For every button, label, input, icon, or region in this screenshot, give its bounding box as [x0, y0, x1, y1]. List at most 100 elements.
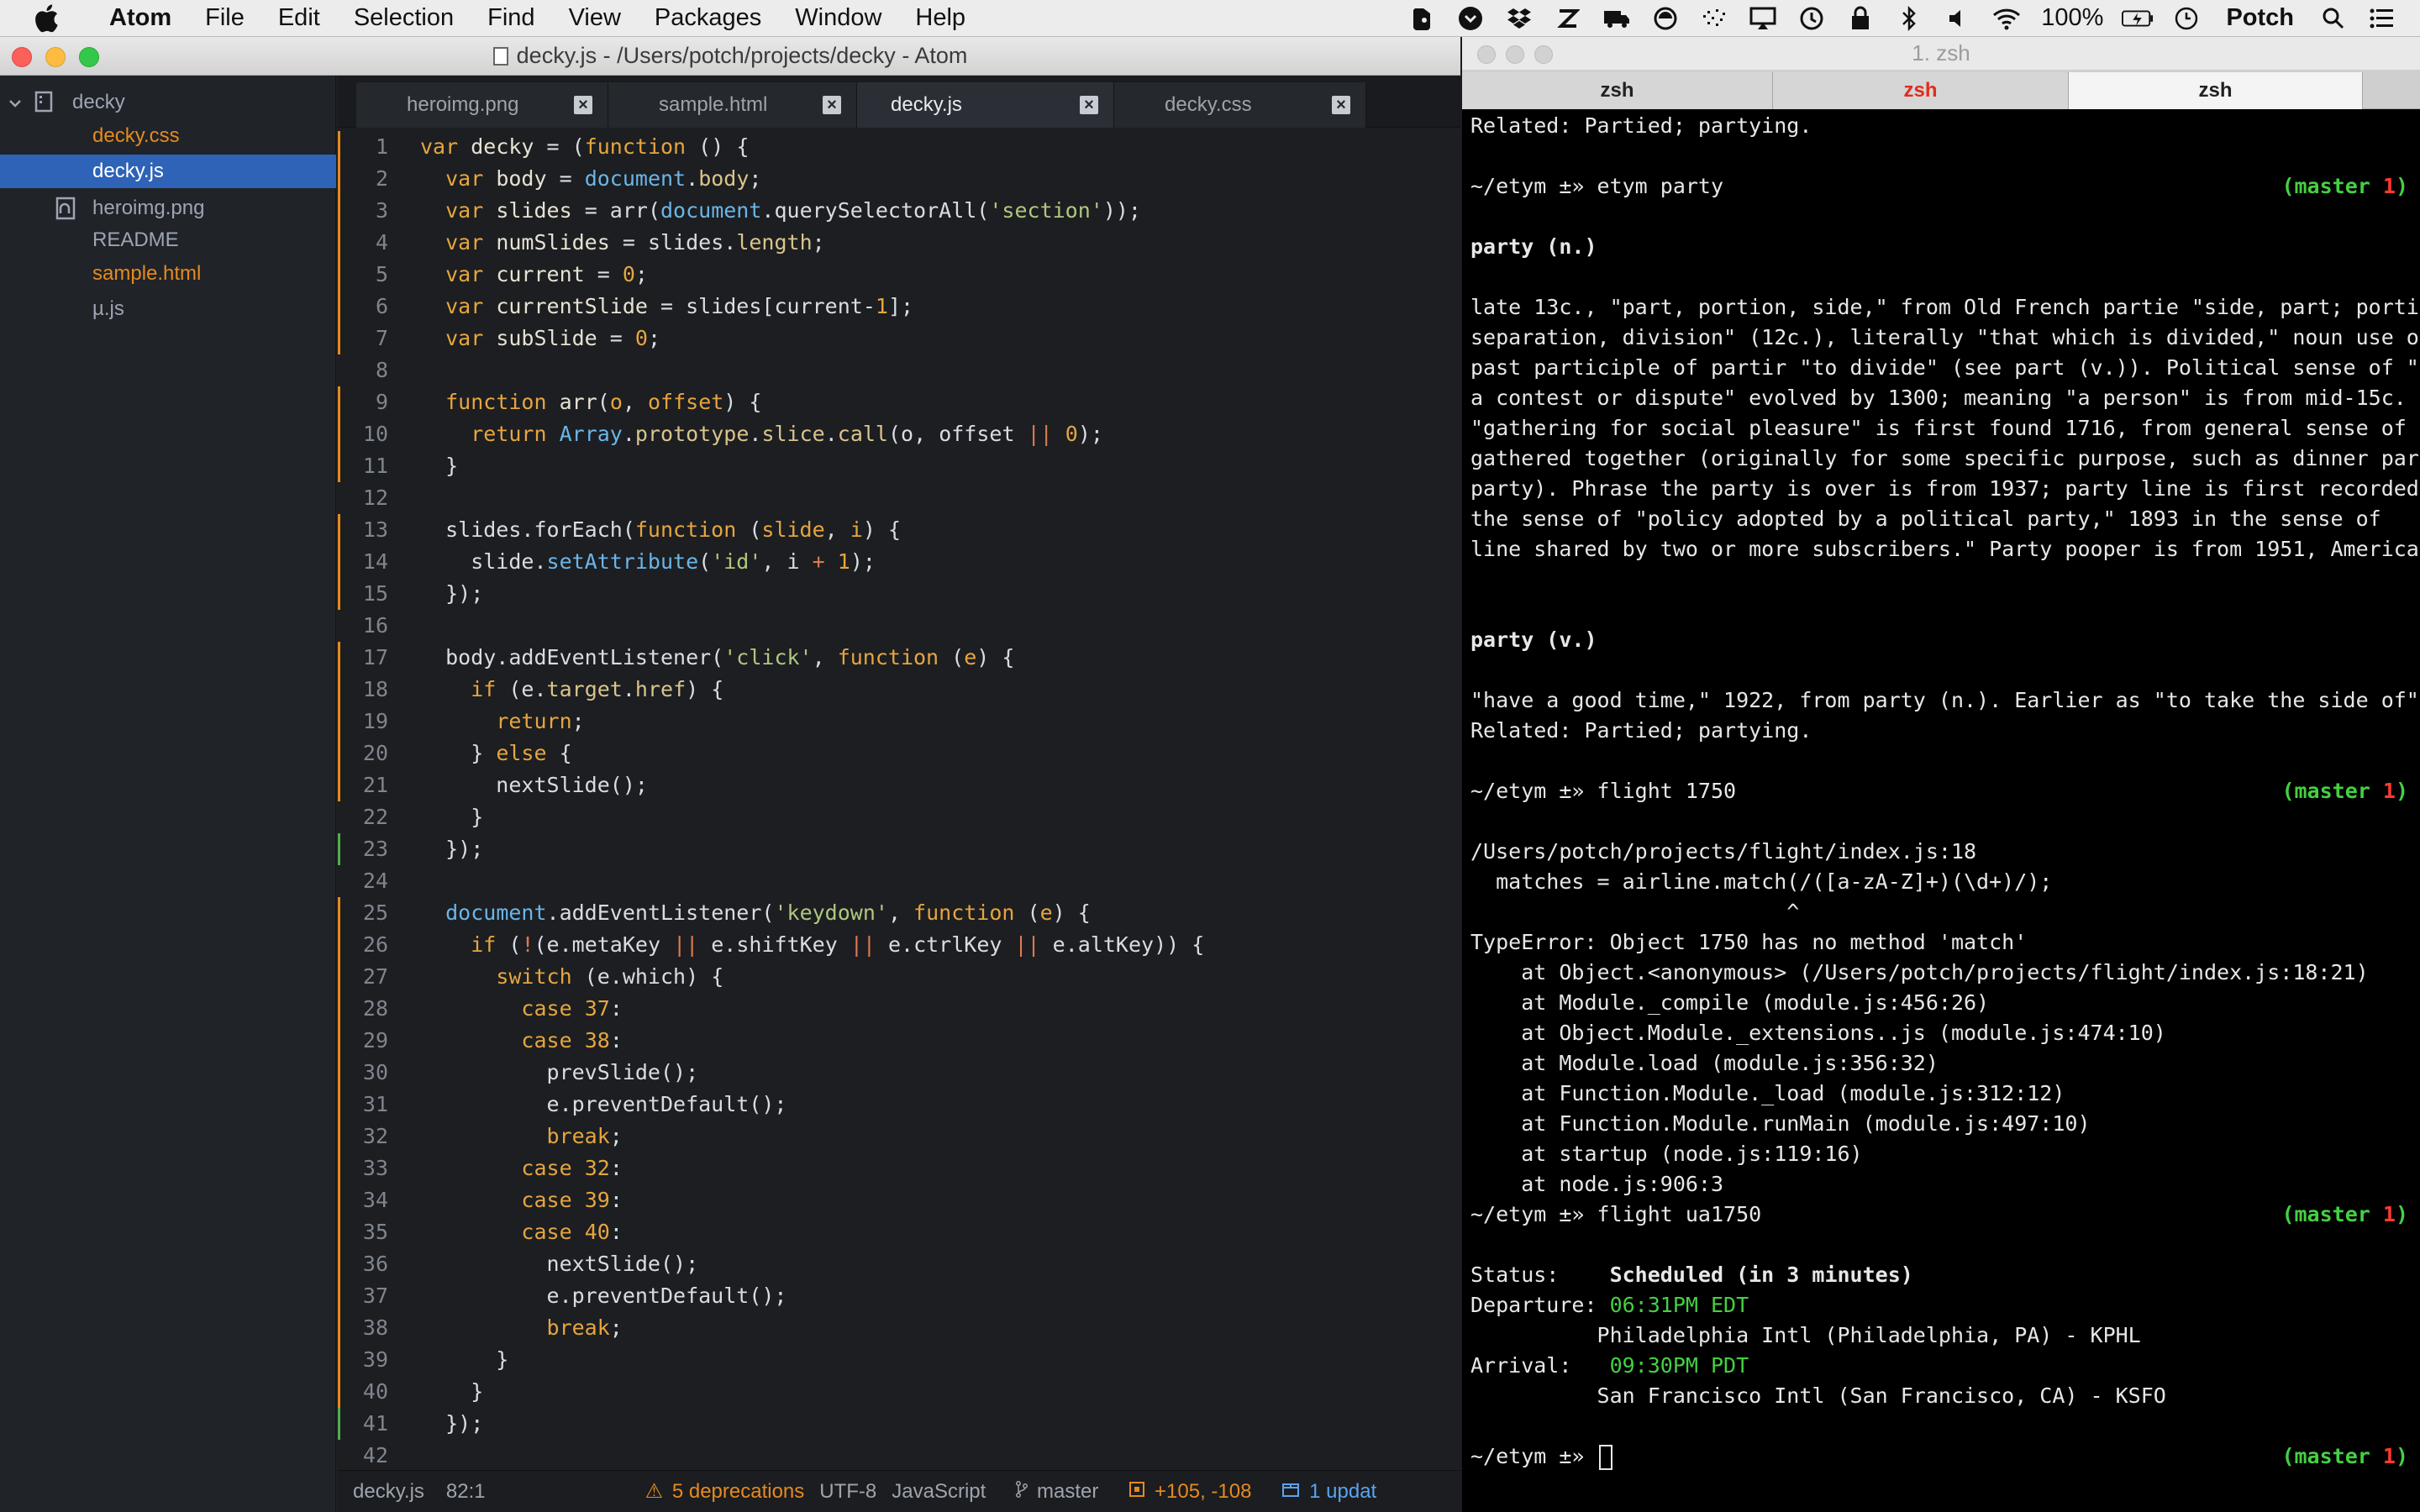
truck-icon[interactable] — [1601, 6, 1633, 31]
zoom-window-button[interactable] — [79, 47, 99, 67]
code-line[interactable]: slides.forEach(function (slide, i) { — [420, 514, 901, 546]
status-file-name[interactable]: decky.js — [353, 1480, 424, 1504]
app-menu[interactable]: Atom — [92, 4, 188, 32]
bluetooth-icon[interactable] — [1893, 5, 1925, 31]
clock-icon[interactable] — [2170, 6, 2202, 31]
status-cursor-position[interactable]: 82:1 — [446, 1480, 486, 1504]
code-line[interactable]: body.addEventListener('click', function … — [420, 642, 1014, 674]
tree-file-mu-js[interactable]: µ.js — [0, 292, 336, 326]
code-line[interactable]: document.addEventListener('keydown', fun… — [420, 897, 1091, 929]
code-line[interactable]: e.preventDefault(); — [420, 1280, 787, 1312]
notification-center-icon[interactable] — [2366, 6, 2398, 31]
close-tab-icon[interactable]: × — [1080, 96, 1098, 114]
zap-icon[interactable] — [1552, 6, 1584, 31]
wifi-icon[interactable] — [1991, 6, 2023, 31]
code-line[interactable]: } else { — [420, 738, 571, 769]
tree-file-sample-html[interactable]: sample.html — [0, 257, 336, 291]
code-line[interactable]: nextSlide(); — [420, 769, 648, 801]
chevron-down-icon[interactable] — [8, 92, 22, 116]
close-tab-icon[interactable]: × — [574, 96, 592, 114]
deprecations-indicator[interactable]: ⚠ 5 deprecations — [630, 1479, 805, 1504]
close-tab-icon[interactable]: × — [1332, 96, 1350, 114]
battery-percent[interactable]: 100% — [2031, 4, 2113, 32]
activity-grid-icon[interactable] — [1698, 6, 1730, 31]
tree-file-decky-css[interactable]: decky.css — [0, 119, 336, 153]
apple-menu-icon[interactable] — [0, 3, 92, 33]
code-line[interactable]: function arr(o, offset) { — [420, 386, 761, 418]
code-line[interactable]: } — [420, 1376, 483, 1408]
code-line[interactable]: var slides = arr(document.querySelectorA… — [420, 195, 1141, 227]
menu-edit[interactable]: Edit — [261, 4, 337, 32]
menu-find[interactable]: Find — [471, 4, 551, 32]
volume-icon[interactable] — [1942, 6, 1974, 31]
code-line[interactable]: case 40: — [420, 1216, 622, 1248]
code-line[interactable]: var numSlides = slides.length; — [420, 227, 825, 259]
battery-icon[interactable] — [2122, 6, 2154, 31]
terminal-tab-1[interactable]: zsh — [1462, 72, 1773, 109]
terminal-output[interactable]: Related: Partied; partying. ~/etym ±» ety… — [1462, 109, 2420, 1512]
close-window-button[interactable] — [12, 47, 32, 67]
code-line[interactable]: nextSlide(); — [420, 1248, 699, 1280]
evernote-icon[interactable] — [1406, 6, 1438, 31]
code-line[interactable]: return Array.prototype.slice.call(o, off… — [420, 418, 1103, 450]
tree-file-readme[interactable]: README — [0, 223, 336, 257]
code-line[interactable]: }); — [420, 1408, 483, 1440]
code-line[interactable]: } — [420, 801, 483, 833]
close-tab-icon[interactable]: × — [823, 96, 841, 114]
time-machine-icon[interactable] — [1796, 6, 1828, 31]
spotlight-search-icon[interactable] — [2317, 6, 2349, 31]
tab-sample-html[interactable]: sample.html × — [608, 82, 857, 128]
tab-decky-css[interactable]: decky.css × — [1114, 82, 1366, 128]
code-line[interactable]: var current = 0; — [420, 259, 648, 291]
pocket-icon[interactable] — [1455, 6, 1486, 31]
tree-root-folder[interactable]: decky — [0, 86, 336, 119]
menu-file[interactable]: File — [188, 4, 261, 32]
terminal-tab-2[interactable]: zsh — [1773, 72, 2069, 109]
git-diff-stats[interactable]: +105, -108 — [1113, 1480, 1251, 1504]
code-line[interactable]: } — [420, 450, 458, 482]
code-line[interactable]: slide.setAttribute('id', i + 1); — [420, 546, 876, 578]
code-line[interactable]: var currentSlide = slides[current-1]; — [420, 291, 913, 323]
status-encoding[interactable]: UTF-8 — [819, 1480, 876, 1504]
status-branch[interactable]: master — [1001, 1480, 1098, 1504]
menu-packages[interactable]: Packages — [638, 4, 778, 32]
lock-icon[interactable] — [1844, 6, 1876, 31]
status-grammar[interactable]: JavaScript — [892, 1480, 986, 1504]
menu-help[interactable]: Help — [898, 4, 982, 32]
code-line[interactable]: break; — [420, 1312, 623, 1344]
dropbox-icon[interactable] — [1503, 6, 1535, 31]
code-line[interactable]: var body = document.body; — [420, 163, 761, 195]
package-updates[interactable]: 1 updat — [1266, 1480, 1376, 1504]
code-line[interactable]: return; — [420, 706, 584, 738]
terminal-title-bar[interactable]: 1. zsh — [1462, 37, 2420, 71]
code-line[interactable]: switch (e.which) { — [420, 961, 723, 993]
tree-file-decky-js[interactable]: decky.js — [0, 155, 336, 188]
code-line[interactable]: }); — [420, 578, 483, 610]
code-line[interactable]: } — [420, 1344, 508, 1376]
user-name[interactable]: Potch — [2211, 4, 2309, 32]
terminal-tab-3[interactable]: zsh — [2069, 72, 2363, 109]
close-window-button[interactable] — [1477, 45, 1496, 64]
code-line[interactable]: case 32: — [420, 1152, 622, 1184]
tree-file-heroimg-png[interactable]: heroimg.png — [0, 192, 336, 225]
minimize-window-button[interactable] — [45, 47, 66, 67]
code-line[interactable]: e.preventDefault(); — [420, 1089, 787, 1121]
code-editor[interactable]: 1 2 3 4 5 6 7 8 9 10 11 12 13 14 15 16 17 18 19 20 21 22 23 24 2… — [338, 128, 1460, 1512]
zoom-window-button[interactable] — [1534, 45, 1553, 64]
code-line[interactable]: var decky = (function () { — [420, 131, 749, 163]
tab-decky-js[interactable]: decky.js × — [857, 82, 1114, 128]
menu-view[interactable]: View — [552, 4, 638, 32]
code-line[interactable]: if (!(e.metaKey || e.shiftKey || e.ctrlK… — [420, 929, 1204, 961]
tab-heroimg-png[interactable]: heroimg.png × — [356, 82, 608, 128]
code-line[interactable]: prevSlide(); — [420, 1057, 699, 1089]
code-line[interactable]: break; — [420, 1121, 623, 1152]
disk-icon[interactable] — [1649, 6, 1681, 31]
airplay-icon[interactable] — [1747, 6, 1779, 31]
code-line[interactable]: var subSlide = 0; — [420, 323, 660, 354]
code-line[interactable]: case 37: — [420, 993, 622, 1025]
code-line[interactable]: case 39: — [420, 1184, 622, 1216]
code-line[interactable]: if (e.target.href) { — [420, 674, 723, 706]
atom-title-bar[interactable]: decky.js - /Users/potch/projects/decky -… — [0, 37, 1460, 76]
code-line[interactable]: case 38: — [420, 1025, 622, 1057]
minimize-window-button[interactable] — [1506, 45, 1524, 64]
